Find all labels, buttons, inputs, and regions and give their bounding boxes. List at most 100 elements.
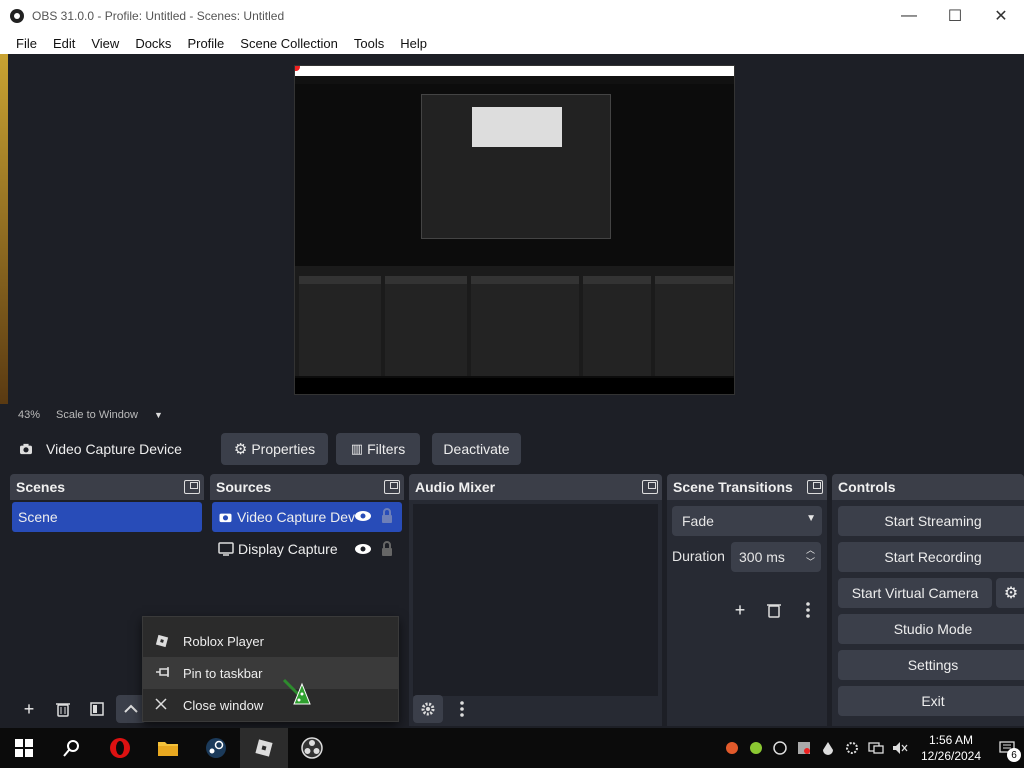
tray-gear-icon[interactable]: [840, 728, 864, 768]
remove-scene-button[interactable]: [48, 695, 78, 723]
search-icon: [63, 740, 79, 757]
taskbar-clock[interactable]: 1:56 AM 12/26/2024: [912, 732, 990, 764]
christmas-tree-cursor-icon: [282, 678, 311, 705]
add-transition-button[interactable]: +: [725, 596, 755, 624]
camera-icon: [219, 513, 232, 523]
folder-icon: [158, 742, 178, 756]
filters-button[interactable]: ▥ Filters: [336, 433, 420, 465]
start-streaming-button[interactable]: Start Streaming: [838, 506, 1024, 536]
menu-help[interactable]: Help: [392, 36, 435, 51]
chevron-down-icon: ▼: [806, 513, 816, 524]
properties-button[interactable]: ⚙ Properties: [221, 433, 328, 465]
close-window-label: Close window: [183, 697, 264, 713]
transition-more-button[interactable]: [793, 596, 823, 624]
undock-icon[interactable]: [642, 480, 658, 494]
remove-transition-button[interactable]: [759, 596, 789, 624]
jump-list-app-roblox[interactable]: Roblox Player: [143, 625, 398, 657]
audio-mixer-title: Audio Mixer: [415, 479, 496, 495]
nested-panels: [295, 266, 734, 376]
tray-app-green-icon[interactable]: [744, 728, 768, 768]
nested-sources: [385, 276, 467, 376]
eye-icon[interactable]: [354, 542, 372, 559]
source-item-label: Display Capture: [238, 541, 338, 557]
scene-transitions-dock: Scene Transitions Fade ▼ Duration 300 ms…: [667, 474, 827, 726]
add-scene-button[interactable]: +: [14, 695, 44, 723]
start-virtual-camera-button[interactable]: Start Virtual Camera: [838, 578, 992, 608]
taskbar-roblox[interactable]: [240, 728, 288, 768]
spin-arrows-icon[interactable]: ︿ ﹀: [806, 544, 815, 568]
source-item-label: Video Capture Dev: [237, 509, 356, 525]
controls-title: Controls: [838, 479, 896, 495]
studio-mode-button[interactable]: Studio Mode: [838, 614, 1024, 644]
nested-scenes: [299, 276, 381, 376]
source-item-video-capture[interactable]: Video Capture Dev: [212, 502, 402, 532]
deactivate-button[interactable]: Deactivate: [432, 433, 521, 465]
menu-tools[interactable]: Tools: [346, 36, 392, 51]
filters-label: Filters: [367, 441, 406, 457]
pin-to-taskbar-item[interactable]: Pin to taskbar: [143, 657, 398, 689]
menu-profile[interactable]: Profile: [179, 36, 232, 51]
close-button[interactable]: ✕: [978, 0, 1024, 32]
clock-date: 12/26/2024: [920, 749, 982, 763]
search-button[interactable]: [48, 728, 96, 768]
taskbar-file-explorer[interactable]: [144, 728, 192, 768]
scenes-title: Scenes: [16, 479, 66, 495]
controls-dock: Controls Start Streaming Start Recording…: [832, 474, 1024, 726]
undock-icon[interactable]: [184, 480, 200, 494]
tray-obs-icon[interactable]: [768, 728, 792, 768]
scene-filters-button[interactable]: [82, 695, 112, 723]
lock-icon[interactable]: [380, 541, 394, 560]
menu-file[interactable]: File: [8, 36, 45, 51]
start-recording-button[interactable]: Start Recording: [838, 542, 1024, 572]
roblox-icon: [155, 634, 171, 648]
close-window-item[interactable]: Close window: [143, 689, 398, 721]
taskbar-opera[interactable]: [96, 728, 144, 768]
tray-drop-icon[interactable]: [816, 728, 840, 768]
window-title: OBS 31.0.0 - Profile: Untitled - Scenes:…: [32, 9, 285, 23]
chevron-down-icon[interactable]: ▼: [154, 410, 163, 420]
mixer-toolbar: [409, 692, 662, 726]
scale-mode-select[interactable]: Scale to Window: [56, 409, 138, 421]
notifications-button[interactable]: 6: [990, 728, 1024, 768]
menu-edit[interactable]: Edit: [45, 36, 83, 51]
lock-icon[interactable]: [380, 508, 394, 527]
tray-app-icon[interactable]: [792, 728, 816, 768]
scene-item[interactable]: Scene: [12, 502, 202, 532]
source-toolbar: Video Capture Device ⚙ Properties ▥ Filt…: [0, 430, 1024, 468]
start-recording-label: Start Recording: [884, 549, 982, 565]
minimize-button[interactable]: —: [886, 0, 932, 32]
virtual-camera-settings-button[interactable]: ⚙: [996, 578, 1024, 608]
menu-view[interactable]: View: [83, 36, 127, 51]
menu-scene-collection[interactable]: Scene Collection: [232, 36, 346, 51]
volume-muted-icon[interactable]: [888, 728, 912, 768]
network-icon[interactable]: [864, 728, 888, 768]
transition-select[interactable]: Fade ▼: [672, 506, 822, 536]
steam-icon: [206, 738, 226, 758]
nested-controls: [655, 276, 733, 376]
nested-menubar: [295, 76, 734, 84]
windows-taskbar: 1:56 AM 12/26/2024 6: [0, 728, 1024, 768]
settings-button[interactable]: Settings: [838, 650, 1024, 680]
preview-canvas[interactable]: [0, 54, 1024, 404]
undock-icon[interactable]: [807, 480, 823, 494]
clock-time: 1:56 AM: [928, 733, 974, 747]
mixer-more-button[interactable]: [447, 695, 477, 723]
taskbar-steam[interactable]: [192, 728, 240, 768]
duration-spinbox[interactable]: 300 ms ︿ ﹀: [731, 542, 821, 572]
transition-select-value: Fade: [682, 513, 714, 529]
start-button[interactable]: [0, 728, 48, 768]
tray-app-orange-icon[interactable]: [720, 728, 744, 768]
menu-docks[interactable]: Docks: [127, 36, 179, 51]
maximize-button[interactable]: ☐: [932, 0, 978, 32]
selected-source-name: Video Capture Device: [46, 441, 182, 457]
controls-header: Controls: [832, 474, 1024, 500]
filter-icon: ▥: [350, 441, 364, 456]
source-item-display-capture[interactable]: Display Capture: [212, 534, 402, 564]
taskbar-obs[interactable]: [288, 728, 336, 768]
eye-icon[interactable]: [354, 509, 372, 526]
menu-bar: File Edit View Docks Profile Scene Colle…: [0, 32, 1024, 54]
sources-header: Sources: [210, 474, 404, 500]
exit-button[interactable]: Exit: [838, 686, 1024, 716]
mixer-settings-button[interactable]: [413, 695, 443, 723]
undock-icon[interactable]: [384, 480, 400, 494]
